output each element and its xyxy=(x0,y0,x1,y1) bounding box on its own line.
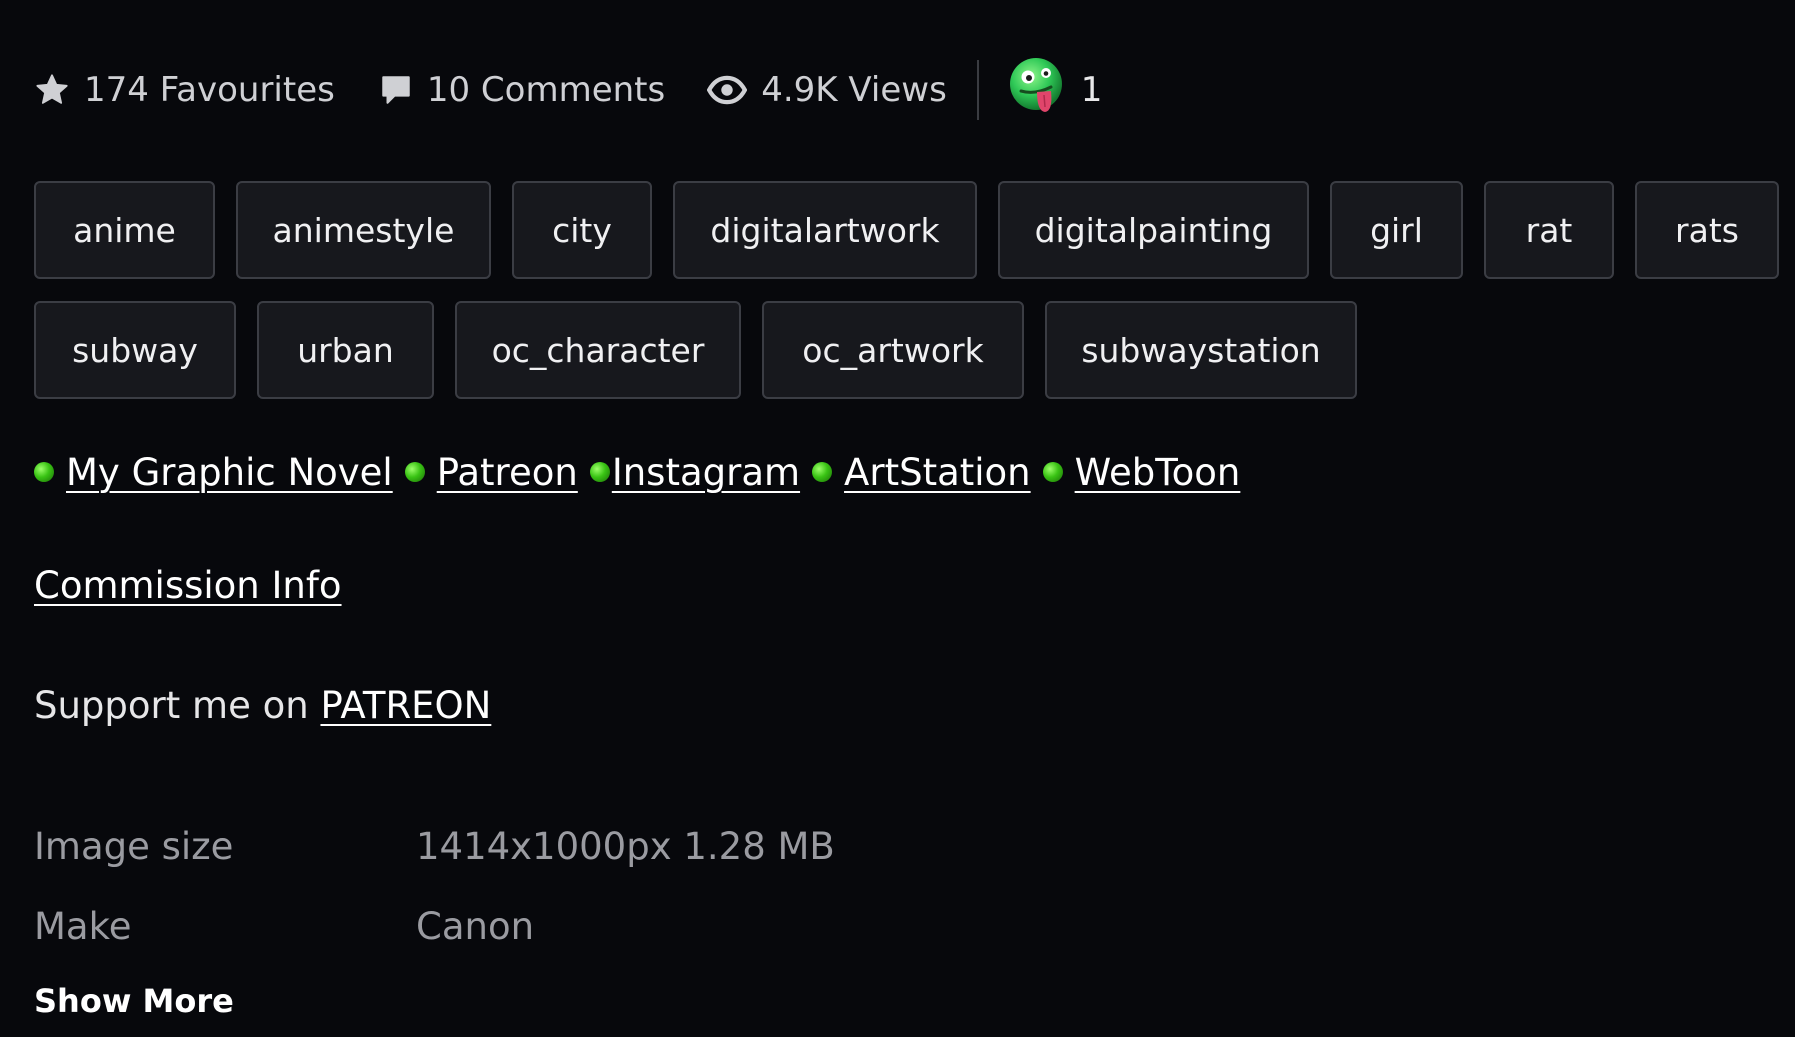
zany-face-emoji-icon xyxy=(1007,55,1067,126)
tag-list: anime animestyle city digitalartwork dig… xyxy=(34,181,1794,421)
green-dot-icon xyxy=(34,462,54,482)
tag-row: subway urban oc_character oc_artwork sub… xyxy=(34,301,1794,399)
tag-animestyle[interactable]: animestyle xyxy=(236,181,491,279)
tag-city[interactable]: city xyxy=(512,181,652,279)
commission-info-link[interactable]: Commission Info xyxy=(34,564,342,607)
tag-subwaystation[interactable]: subwaystation xyxy=(1045,301,1357,399)
detail-row-image-size: Image size 1414x1000px 1.28 MB xyxy=(34,818,835,874)
tag-girl[interactable]: girl xyxy=(1330,181,1463,279)
deviation-details-panel: 174 Favourites 10 Comments 4.9K Views 1 … xyxy=(0,0,1795,1037)
tag-digitalpainting[interactable]: digitalpainting xyxy=(998,181,1309,279)
description-links: My Graphic Novel Patreon Instagram ArtSt… xyxy=(34,444,1252,500)
eye-icon xyxy=(707,75,748,105)
patreon-link[interactable]: Patreon xyxy=(437,451,578,494)
green-dot-icon xyxy=(1042,462,1063,482)
support-text: Support me on PATREON xyxy=(34,684,491,727)
tag-anime[interactable]: anime xyxy=(34,181,215,279)
image-details: Image size 1414x1000px 1.28 MB Make Cano… xyxy=(34,818,835,978)
make-value: Canon xyxy=(416,904,535,948)
patreon-support-link[interactable]: PATREON xyxy=(320,684,491,727)
star-icon xyxy=(34,72,70,108)
stats-bar: 174 Favourites 10 Comments 4.9K Views 1 xyxy=(34,57,1102,122)
views-stat: 4.9K Views xyxy=(707,70,947,110)
detail-row-make: Make Canon xyxy=(34,898,835,954)
instagram-link[interactable]: Instagram xyxy=(612,451,800,494)
comments-count: 10 Comments xyxy=(426,70,666,110)
reaction-button[interactable]: 1 xyxy=(1007,55,1103,126)
green-dot-icon xyxy=(812,462,833,482)
comments-stat[interactable]: 10 Comments xyxy=(379,70,665,110)
green-dot-icon xyxy=(589,462,610,482)
tag-oc-character[interactable]: oc_character xyxy=(455,301,741,399)
make-label: Make xyxy=(34,904,132,948)
artstation-link[interactable]: ArtStation xyxy=(844,451,1031,494)
tag-rats[interactable]: rats xyxy=(1635,181,1779,279)
speech-bubble-icon xyxy=(379,72,413,108)
graphic-novel-link[interactable]: My Graphic Novel xyxy=(66,451,393,494)
show-more-button[interactable]: Show More xyxy=(34,982,234,1020)
tag-digitalartwork[interactable]: digitalartwork xyxy=(673,181,977,279)
tag-rat[interactable]: rat xyxy=(1484,181,1614,279)
stats-divider xyxy=(976,60,979,120)
reaction-count: 1 xyxy=(1080,70,1103,110)
support-prefix: Support me on xyxy=(34,684,321,727)
views-count: 4.9K Views xyxy=(761,70,947,110)
favourites-count: 174 Favourites xyxy=(84,70,335,110)
webtoon-link[interactable]: WebToon xyxy=(1075,451,1241,494)
favourites-stat[interactable]: 174 Favourites xyxy=(34,70,335,110)
image-size-label: Image size xyxy=(34,824,234,868)
tag-urban[interactable]: urban xyxy=(257,301,434,399)
green-dot-icon xyxy=(404,462,425,482)
image-size-value: 1414x1000px 1.28 MB xyxy=(416,824,835,868)
tag-oc-artwork[interactable]: oc_artwork xyxy=(762,301,1024,399)
tag-subway[interactable]: subway xyxy=(34,301,236,399)
tag-row: anime animestyle city digitalartwork dig… xyxy=(34,181,1794,279)
